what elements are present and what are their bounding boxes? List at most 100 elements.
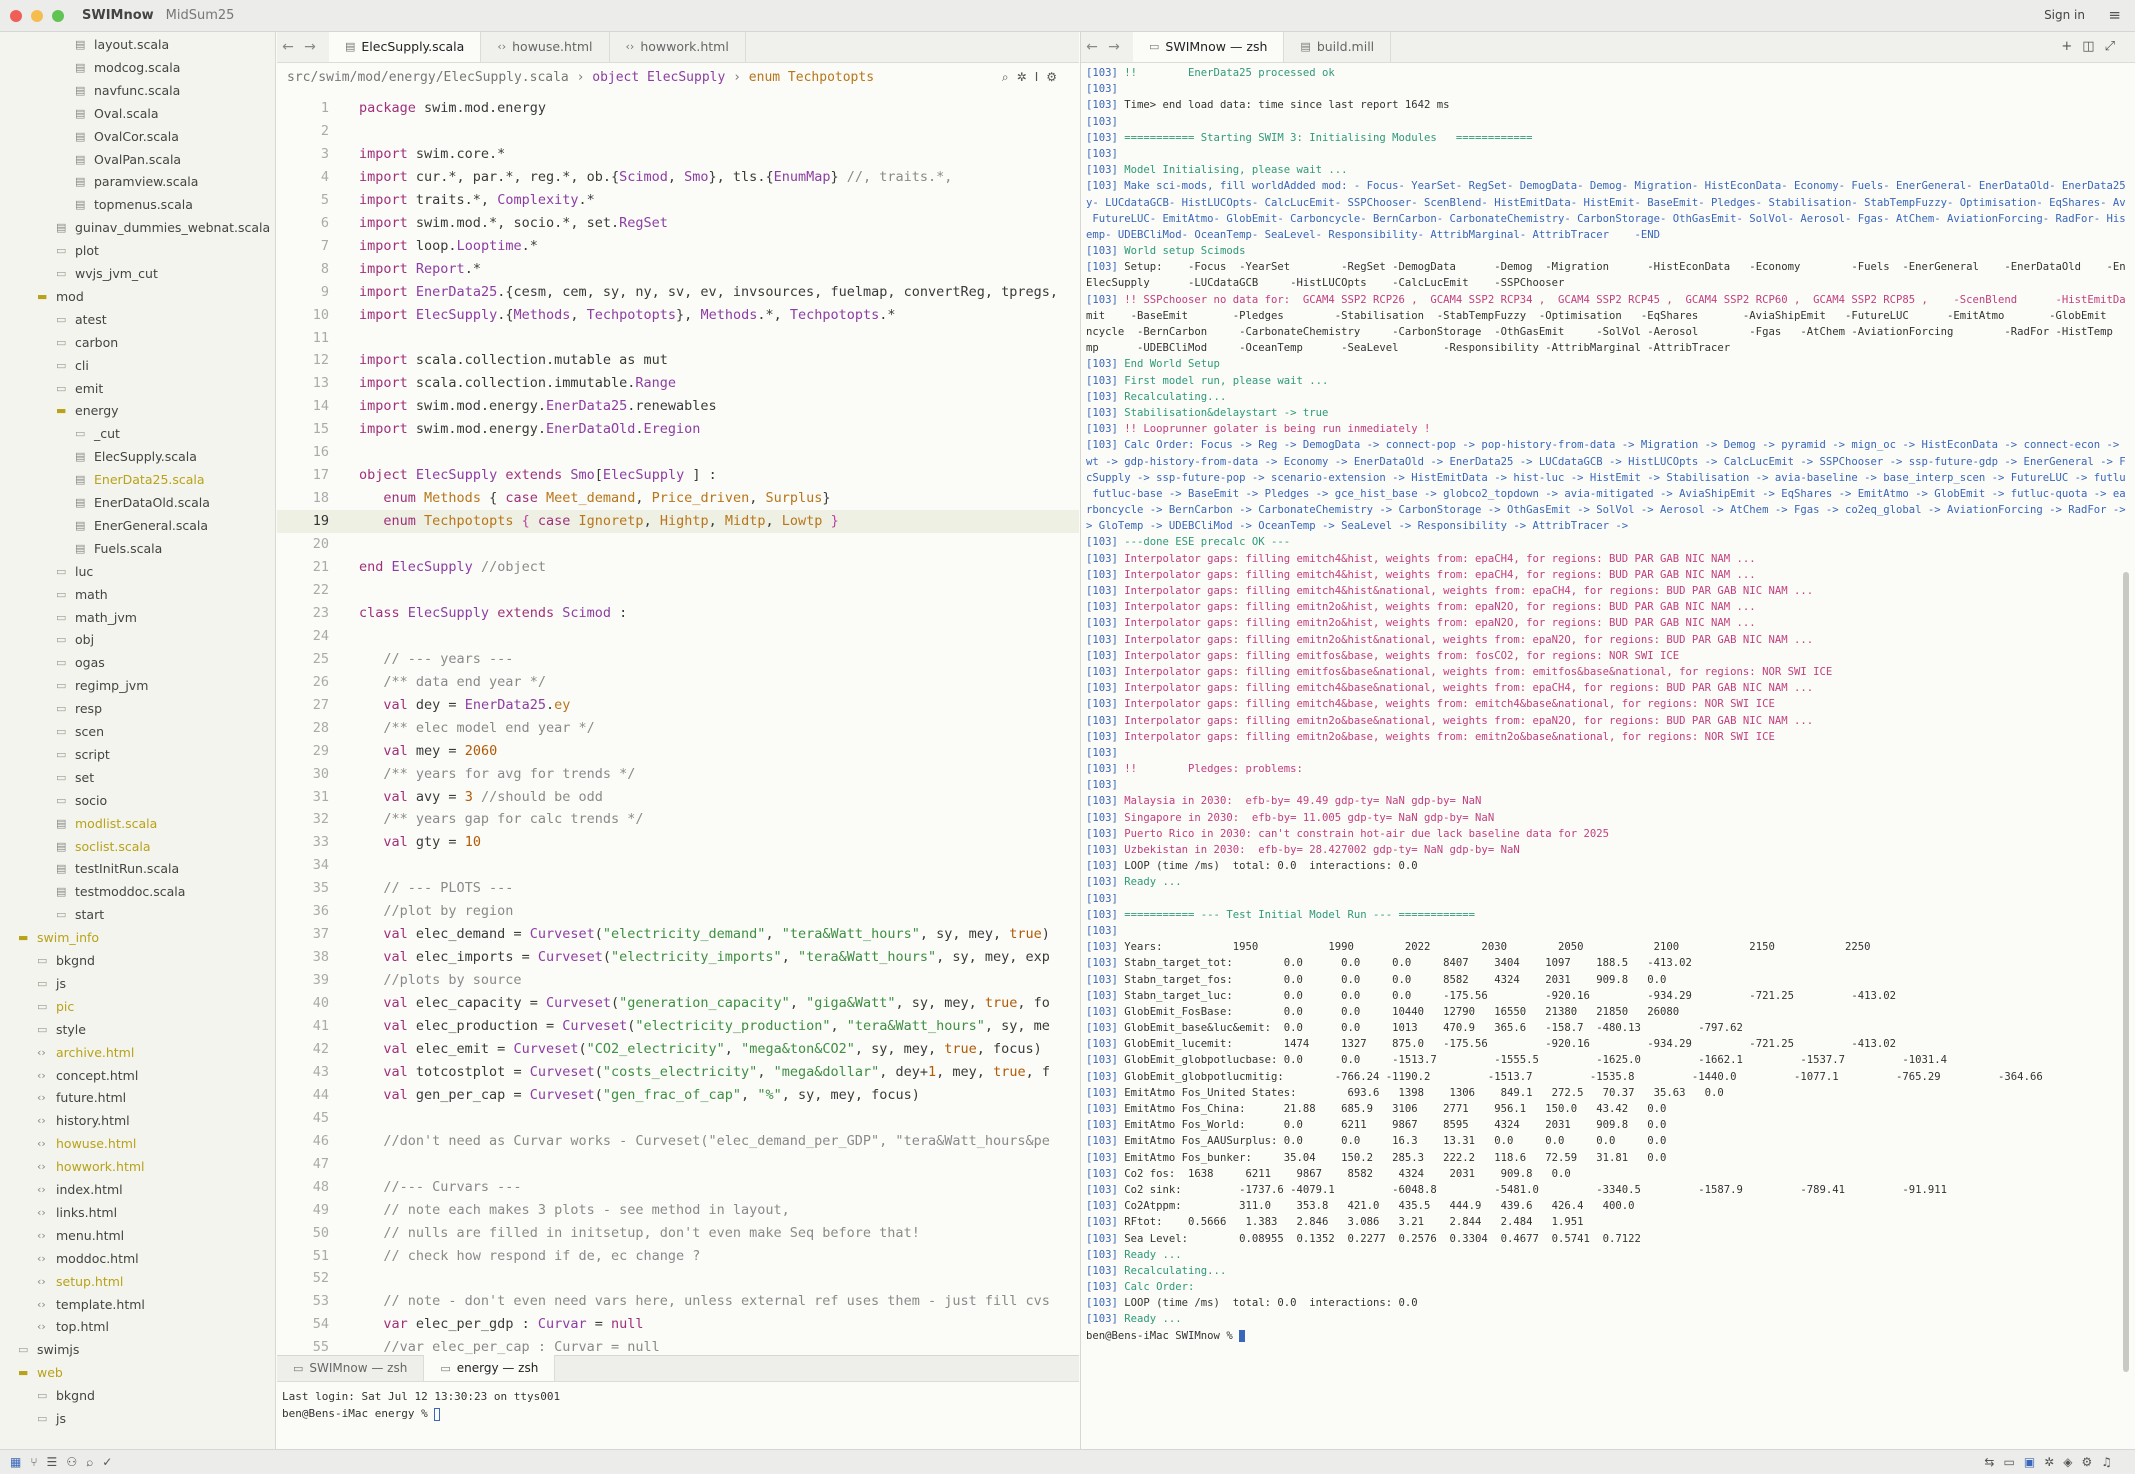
tree-item[interactable]: ▭ emit xyxy=(0,377,103,400)
code-line[interactable]: 36 //plot by region xyxy=(277,900,1079,923)
tree-item[interactable]: ▭ start xyxy=(0,903,104,926)
code-line[interactable]: 22 xyxy=(277,579,1079,602)
tree-item[interactable]: ▭ set xyxy=(0,766,94,789)
code-line[interactable]: 25 // --- years --- xyxy=(277,648,1079,671)
outline-icon[interactable]: ☰ xyxy=(47,1455,67,1469)
project-name[interactable]: MidSum25 xyxy=(166,8,235,23)
cursor-icon[interactable]: I xyxy=(1035,70,1047,84)
tree-item[interactable]: ▤ testmoddoc.scala xyxy=(0,880,185,903)
terminal-output[interactable]: Last login: Sat Jul 12 13:30:23 on ttys0… xyxy=(282,1388,560,1422)
tree-item[interactable]: ▤ topmenus.scala xyxy=(0,193,193,216)
code-line[interactable]: 43 val totcostplot = Curveset("costs_ele… xyxy=(277,1061,1079,1084)
code-line[interactable]: 34 xyxy=(277,854,1079,877)
code-line[interactable]: 8 import Report.* xyxy=(277,258,1079,281)
tree-item[interactable]: ‹› moddoc.html xyxy=(0,1247,139,1270)
tab-elecsupply[interactable]: ▤ ElecSupply.scala xyxy=(329,32,482,62)
tree-item[interactable]: ▭ scen xyxy=(0,720,104,743)
sparkle-icon[interactable]: ✲ xyxy=(1017,70,1035,84)
tree-item[interactable]: ▭ luc xyxy=(0,560,93,583)
code-line[interactable]: 33 val gty = 10 xyxy=(277,831,1079,854)
code-line[interactable]: 54 var elec_per_gdp : Curvar = null xyxy=(277,1313,1079,1336)
code-line[interactable]: 18 enum Methods { case Meet_demand, Pric… xyxy=(277,487,1079,510)
tree-item[interactable]: ▭ swimjs xyxy=(0,1338,79,1361)
search-icon[interactable]: ⌕ xyxy=(1002,70,1017,84)
forward-icon[interactable]: → xyxy=(299,32,321,62)
code-line[interactable]: 2 xyxy=(277,120,1079,143)
tab-energy-zsh[interactable]: ▭ energy — zsh xyxy=(424,1355,556,1381)
tree-item[interactable]: ‹› history.html xyxy=(0,1109,130,1132)
code-line[interactable]: 31 val avy = 3 //should be odd xyxy=(277,786,1079,809)
code-line[interactable]: 1 package swim.mod.energy xyxy=(277,97,1079,120)
tree-item[interactable]: ▤ Fuels.scala xyxy=(0,537,162,560)
code-line[interactable]: 28 /** elec model end year */ xyxy=(277,717,1079,740)
tree-item[interactable]: ▬ swim_info xyxy=(0,926,99,949)
plus-icon[interactable]: + xyxy=(2061,39,2082,54)
close-window-button[interactable] xyxy=(10,9,22,22)
tree-item[interactable]: ‹› links.html xyxy=(0,1201,117,1224)
code-line[interactable]: 48 //--- Curvars --- xyxy=(277,1176,1079,1199)
code-line[interactable]: 37 val elec_demand = Curveset("electrici… xyxy=(277,923,1079,946)
code-line[interactable]: 29 val mey = 2060 xyxy=(277,740,1079,763)
code-line[interactable]: 15 import swim.mod.energy.EnerDataOld.Ere… xyxy=(277,418,1079,441)
code-line[interactable]: 6 import swim.mod.*, socio.*, set.RegSet xyxy=(277,212,1079,235)
tab-howwork[interactable]: ‹› howwork.html xyxy=(610,32,746,62)
zoom-window-button[interactable] xyxy=(52,9,64,22)
toggle-icon[interactable]: ⇆ xyxy=(1984,1455,2003,1469)
tree-item[interactable]: ▭ obj xyxy=(0,628,94,651)
code-line[interactable]: 49 // note each makes 3 plots - see meth… xyxy=(277,1199,1079,1222)
tree-item[interactable]: ▬ web xyxy=(0,1361,63,1384)
tree-item[interactable]: ▭ style xyxy=(0,1018,86,1041)
tab-swimnow-zsh[interactable]: ▭ SWIMnow — zsh xyxy=(277,1355,425,1381)
tree-item[interactable]: ▭ plot xyxy=(0,239,99,262)
code-line[interactable]: 21 end ElecSupply //object xyxy=(277,556,1079,579)
code-line[interactable]: 11 xyxy=(277,327,1079,350)
code-line[interactable]: 14 import swim.mod.energy.EnerData25.rene… xyxy=(277,395,1079,418)
bell-icon[interactable]: ♫ xyxy=(2101,1455,2121,1469)
forward-icon[interactable]: → xyxy=(1103,32,1125,62)
tab-howuse[interactable]: ‹› howuse.html xyxy=(481,32,610,62)
tree-item[interactable]: ▭ wvjs_jvm_cut xyxy=(0,262,158,285)
breadcrumb-object[interactable]: object ElecSupply xyxy=(592,70,725,85)
code-line[interactable]: 24 xyxy=(277,625,1079,648)
code-line[interactable]: 13 import scala.collection.immutable.Rang… xyxy=(277,372,1079,395)
tree-item[interactable]: ▬ mod xyxy=(0,285,84,308)
panel-icon[interactable]: ▣ xyxy=(2024,1455,2044,1469)
code-line[interactable]: 3 import swim.core.* xyxy=(277,143,1079,166)
code-line[interactable]: 35 // --- PLOTS --- xyxy=(277,877,1079,900)
tree-item[interactable]: ‹› future.html xyxy=(0,1086,126,1109)
code-line[interactable]: 12 import scala.collection.mutable as mut xyxy=(277,349,1079,372)
code-line[interactable]: 46 //don't need as Curvar works - Curves… xyxy=(277,1130,1079,1153)
collab-icon[interactable]: ⚇ xyxy=(66,1455,86,1469)
code-line[interactable]: 26 /** data end year */ xyxy=(277,671,1079,694)
tree-item[interactable]: ▭ socio xyxy=(0,789,107,812)
tree-item[interactable]: ▭ bkgnd xyxy=(0,949,95,972)
tree-item[interactable]: ▤ EnerGeneral.scala xyxy=(0,514,208,537)
tree-item[interactable]: ‹› howwork.html xyxy=(0,1155,145,1178)
scrollbar[interactable] xyxy=(2123,572,2129,1372)
tree-item[interactable]: ‹› menu.html xyxy=(0,1224,124,1247)
tree-item[interactable]: ▭ ogas xyxy=(0,651,105,674)
check-icon[interactable]: ✓ xyxy=(102,1455,121,1469)
tree-item[interactable]: ▤ OvalCor.scala xyxy=(0,125,179,148)
code-line[interactable]: 52 xyxy=(277,1267,1079,1290)
code-line[interactable]: 10 import ElecSupply.{Methods, Techpotopt… xyxy=(277,304,1079,327)
tree-item[interactable]: ▤ modlist.scala xyxy=(0,812,157,835)
tree-item[interactable]: ▤ Oval.scala xyxy=(0,102,159,125)
tree-item[interactable]: ▭ regimp_jvm xyxy=(0,674,148,697)
code-line[interactable]: 7 import loop.Looptime.* xyxy=(277,235,1079,258)
tree-item[interactable]: ▤ soclist.scala xyxy=(0,835,151,858)
project-icon[interactable]: ▦ xyxy=(10,1455,30,1469)
minimize-window-button[interactable] xyxy=(31,9,43,22)
split-icon[interactable]: ◫ xyxy=(2082,39,2104,54)
tree-item[interactable]: ‹› concept.html xyxy=(0,1064,138,1087)
tab-swimnow-zsh[interactable]: ▭ SWIMnow — zsh xyxy=(1133,32,1285,62)
code-line[interactable]: 41 val elec_production = Curveset("elect… xyxy=(277,1015,1079,1038)
tree-item[interactable]: ‹› template.html xyxy=(0,1293,145,1316)
tree-item[interactable]: ▤ guinav_dummies_webnat.scala xyxy=(0,216,270,239)
code-line[interactable]: 27 val dey = EnerData25.ey xyxy=(277,694,1079,717)
code-line[interactable]: 4 import cur.*, par.*, reg.*, ob.{Scimod,… xyxy=(277,166,1079,189)
tree-item[interactable]: ▭ atest xyxy=(0,308,107,331)
tab-build-mill[interactable]: ▤ build.mill xyxy=(1284,32,1392,62)
tree-item[interactable]: ▭ math_jvm xyxy=(0,606,137,629)
code-line[interactable]: 30 /** years for avg for trends */ xyxy=(277,763,1079,786)
